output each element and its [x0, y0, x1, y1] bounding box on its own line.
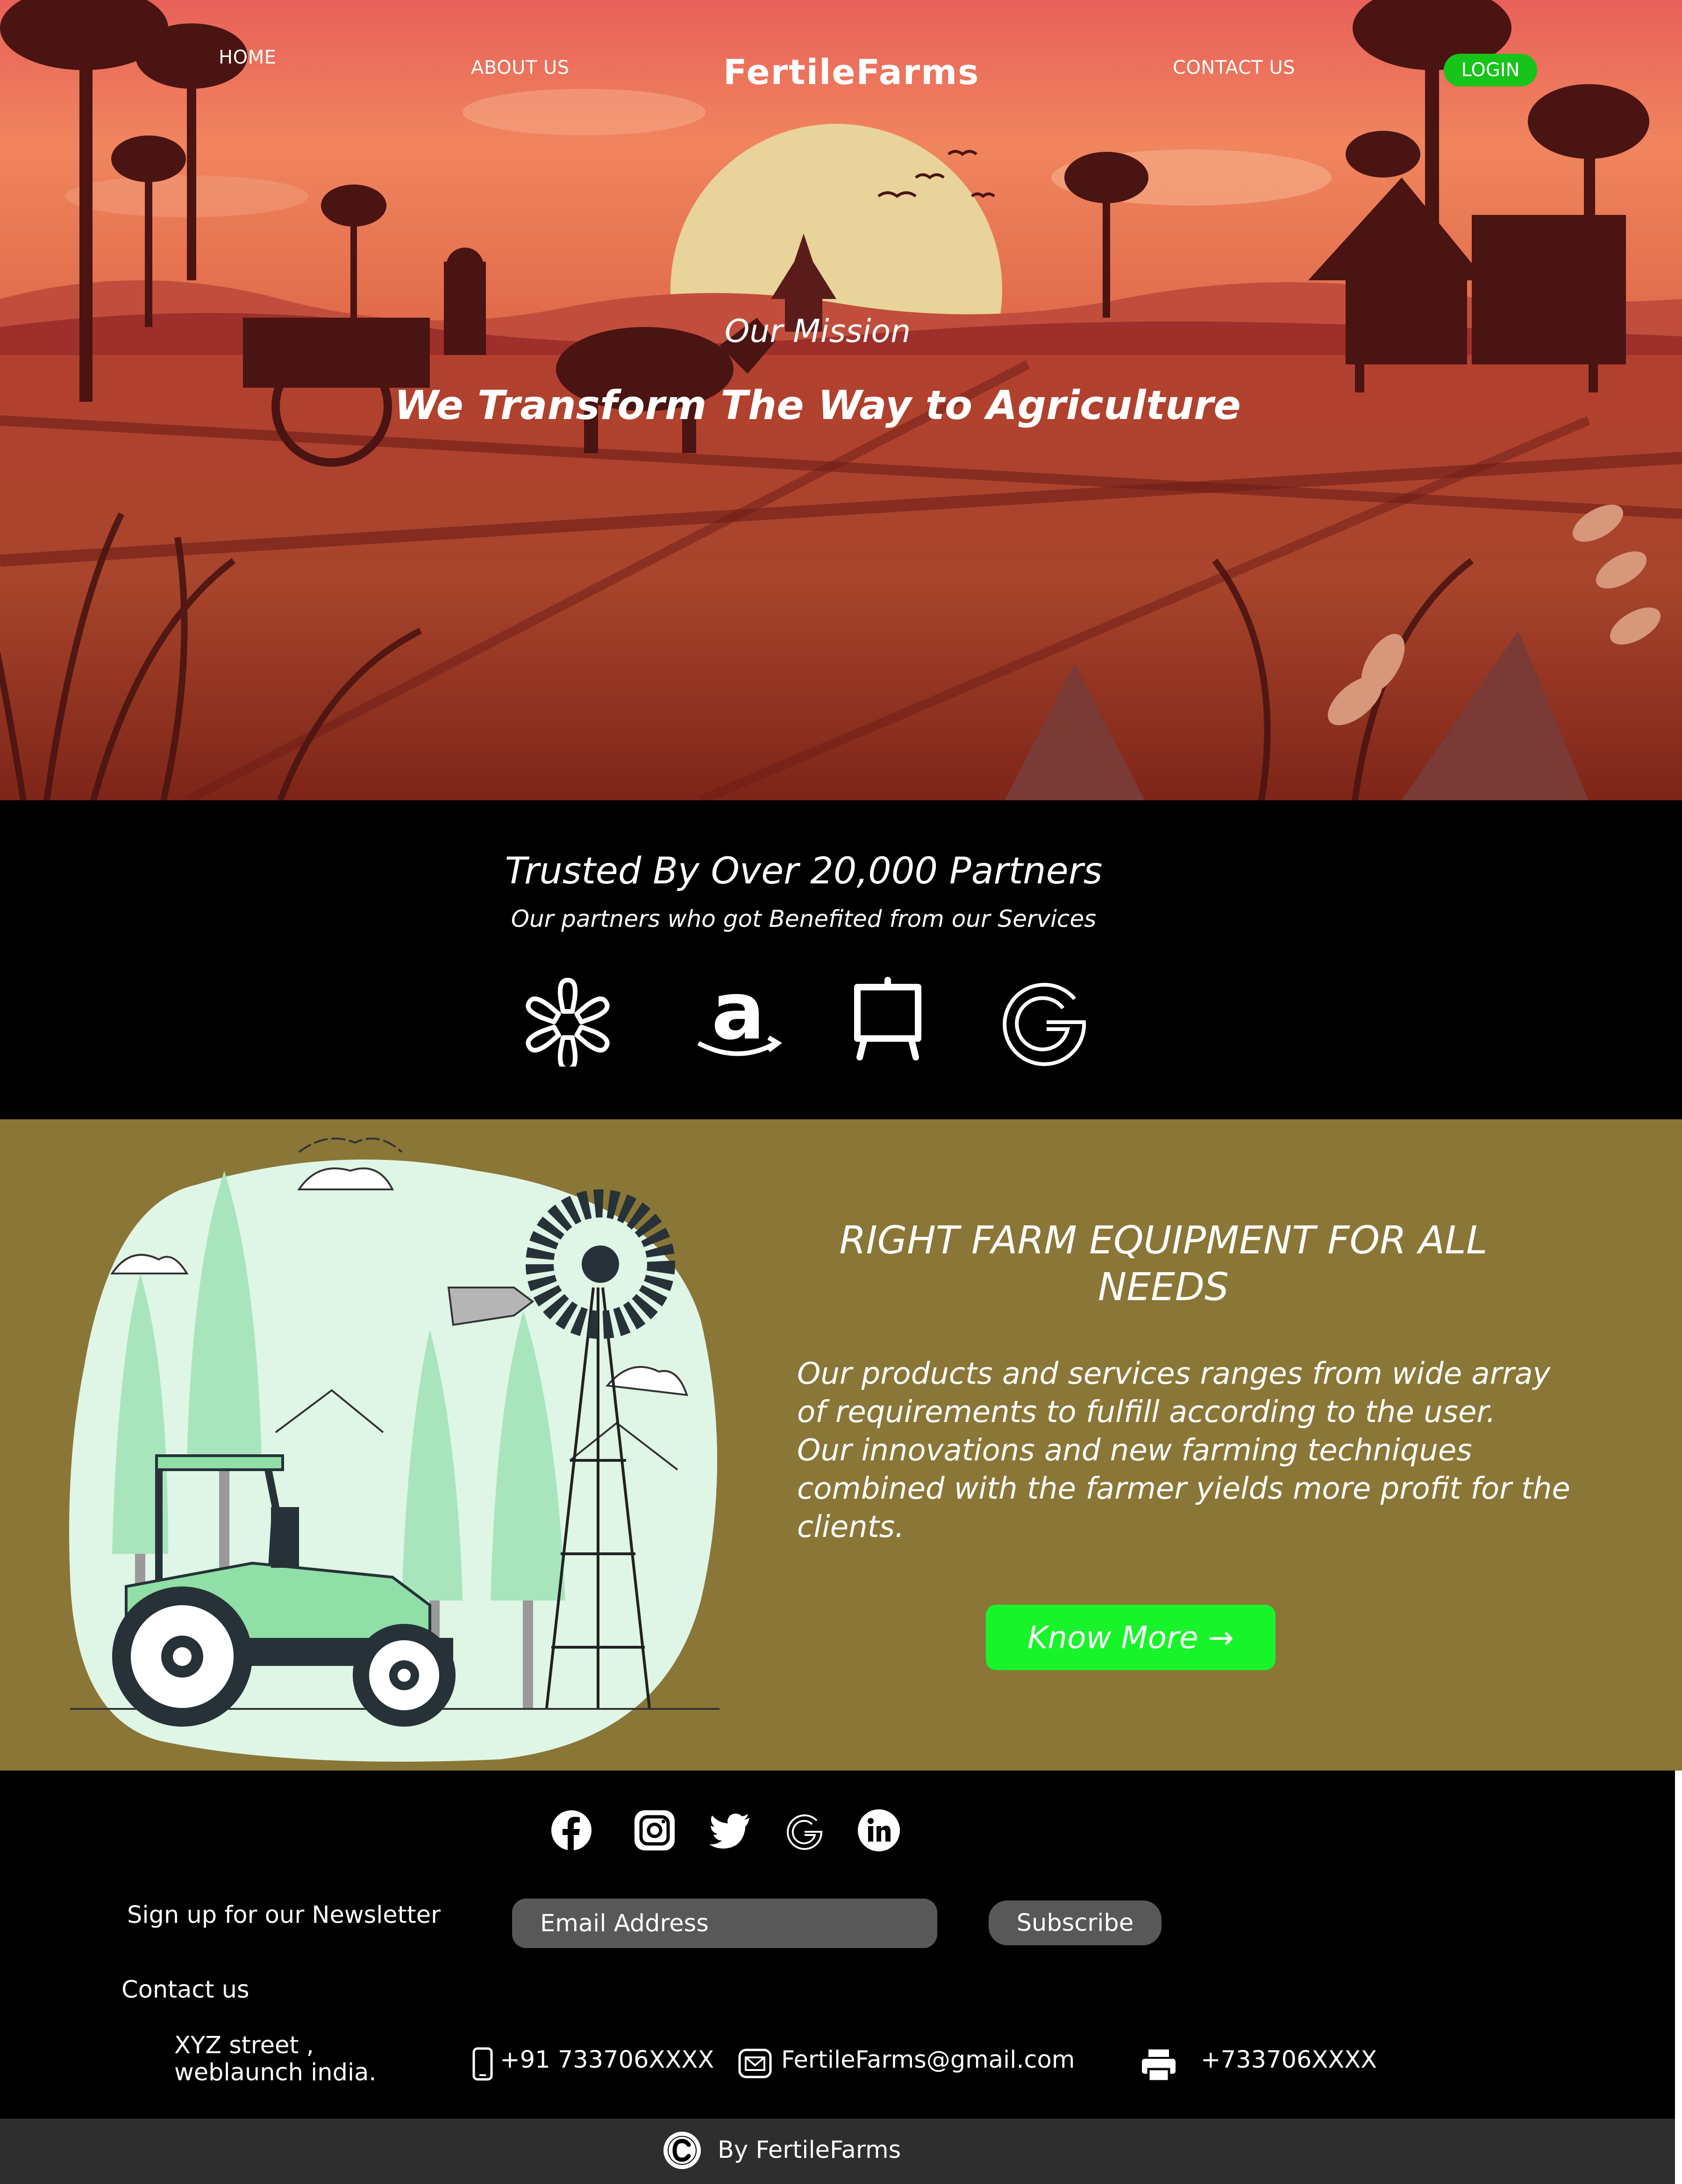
partners-title: Trusted By Over 20,000 Partners — [505, 850, 1103, 892]
hero-headline: We Transform The Way to Agriculture — [394, 382, 1241, 429]
page: HOME ABOUT US FertileFarms CONTACT US LO… — [0, 0, 1682, 2184]
equipment-line: Our products and services ranges from wi… — [797, 1357, 1551, 1391]
copyright-icon — [663, 2132, 701, 2169]
equipment-line: Our innovations and new farming techniqu… — [797, 1433, 1472, 1468]
nav-contact-link[interactable]: CONTACT US — [1173, 57, 1295, 78]
mail-icon — [738, 2049, 772, 2078]
printer-icon — [1142, 2049, 1176, 2082]
google-icon[interactable] — [998, 973, 1091, 1067]
equipment-line: of requirements to fulfill according to … — [797, 1395, 1496, 1430]
nav-about-link[interactable]: ABOUT US — [471, 57, 570, 78]
hero-kicker: Our Mission — [724, 313, 911, 350]
facebook-icon[interactable] — [550, 1809, 592, 1851]
contact-heading: Contact us — [121, 1976, 249, 2004]
newsletter-label: Sign up for our Newsletter — [127, 1901, 441, 1929]
tractor-windmill-illustration — [69, 1138, 720, 1762]
know-more-button[interactable]: Know More → — [986, 1605, 1276, 1670]
equipment-section: RIGHT FARM EQUIPMENT FOR ALL NEEDS Our p… — [0, 1119, 1682, 1771]
fax-number[interactable]: +733706XXXX — [1201, 2046, 1377, 2074]
hero-section: HOME ABOUT US FertileFarms CONTACT US LO… — [0, 0, 1682, 800]
partners-section: Trusted By Over 20,000 Partners Our part… — [0, 800, 1682, 1119]
subscribe-button[interactable]: Subscribe — [989, 1900, 1162, 1945]
brand-logo[interactable]: FertileFarms — [723, 52, 979, 92]
phone-icon — [472, 2047, 493, 2081]
equipment-line: combined with the farmer yields more pro… — [797, 1472, 1570, 1506]
equipment-title: RIGHT FARM EQUIPMENT FOR ALL NEEDS — [839, 1218, 1488, 1309]
nav-home-link[interactable]: HOME — [219, 47, 276, 68]
login-button[interactable]: LOGIN — [1444, 54, 1537, 86]
instagram-icon[interactable] — [634, 1809, 676, 1851]
amazon-icon[interactable]: a — [691, 973, 785, 1067]
equipment-line: clients. — [797, 1510, 905, 1544]
email-address[interactable]: FertileFarms@gmail.com — [781, 2046, 1075, 2074]
email-input[interactable] — [512, 1899, 937, 1948]
svg-text:a: a — [712, 973, 765, 1058]
twitter-icon[interactable] — [708, 1809, 750, 1851]
address: XYZ street , weblaunch india. — [174, 2032, 377, 2086]
walmart-spark-icon[interactable] — [521, 973, 614, 1067]
address-line: XYZ street , — [174, 2032, 314, 2059]
partners-subtitle: Our partners who got Benefited from our … — [511, 905, 1097, 932]
google-icon[interactable] — [783, 1809, 825, 1851]
copyright-bar: By FertileFarms — [0, 2119, 1675, 2184]
easel-icon[interactable] — [841, 973, 934, 1067]
copyright-text: By FertileFarms — [718, 2136, 901, 2164]
phone-number[interactable]: +91 733706XXXX — [500, 2046, 714, 2074]
address-line: weblaunch india. — [174, 2059, 377, 2086]
linkedin-icon[interactable] — [858, 1809, 900, 1851]
equipment-description: Our products and services ranges from wi… — [797, 1355, 1582, 1546]
right-edge-strip — [1675, 1771, 1682, 2184]
